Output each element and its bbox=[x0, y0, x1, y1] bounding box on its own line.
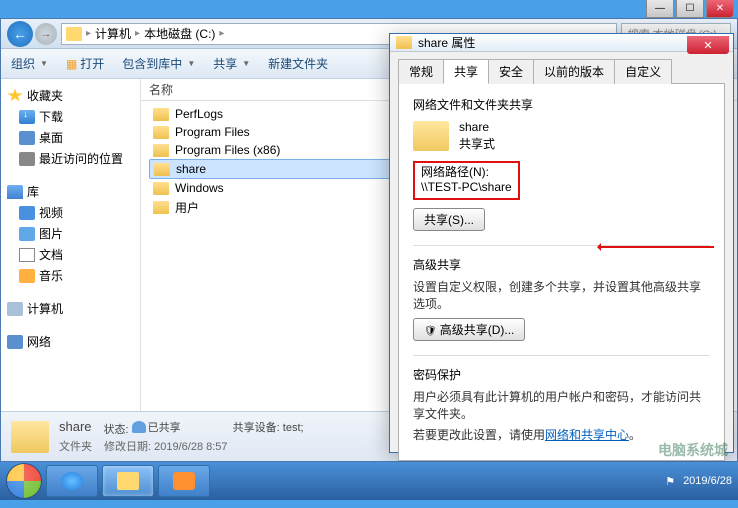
start-button[interactable] bbox=[6, 463, 42, 499]
window-close-button[interactable]: ✕ bbox=[706, 0, 734, 18]
file-name: 用户 bbox=[175, 199, 199, 216]
tab-2[interactable]: 安全 bbox=[488, 59, 534, 84]
properties-dialog: share 属性 ✕ 常规共享安全以前的版本自定义 网络文件和文件夹共享 sha… bbox=[389, 33, 734, 453]
status-date-value: 2019/6/28 8:57 bbox=[154, 441, 227, 453]
sidebar-favorites[interactable]: 收藏夹 bbox=[5, 85, 136, 106]
section-network-sharing-title: 网络文件和文件夹共享 bbox=[413, 96, 710, 113]
share-button[interactable]: 共享(S)... bbox=[413, 208, 485, 231]
annotation-highlight-box: 网络路径(N): \\TEST-PC\share bbox=[413, 161, 520, 200]
taskbar: ⚑ 2019/6/28 bbox=[0, 462, 738, 500]
sidebar-computer[interactable]: 计算机 bbox=[5, 298, 136, 319]
file-name: share bbox=[176, 162, 206, 176]
folder-large-icon bbox=[413, 121, 449, 151]
advanced-share-button[interactable]: 高级共享(D)... bbox=[413, 318, 525, 341]
nav-forward-button: → bbox=[35, 23, 57, 45]
folder-icon bbox=[153, 182, 169, 195]
download-icon bbox=[19, 110, 35, 124]
drive-icon bbox=[66, 27, 82, 41]
ie-icon bbox=[61, 472, 83, 490]
taskbar-ie[interactable] bbox=[46, 465, 98, 497]
chevron-right-icon: ▸ bbox=[219, 28, 224, 39]
navigation-pane: 收藏夹 下载 桌面 最近访问的位置 库 视频 图片 文档 音乐 计算机 网络 bbox=[1, 79, 141, 411]
folder-icon bbox=[153, 201, 169, 214]
folder-icon bbox=[153, 108, 169, 121]
sidebar-videos[interactable]: 视频 bbox=[5, 202, 136, 223]
dialog-close-button[interactable]: ✕ bbox=[687, 36, 729, 54]
watermark-text: 电脑系统城 bbox=[658, 440, 728, 460]
tab-3[interactable]: 以前的版本 bbox=[533, 59, 615, 84]
library-icon bbox=[7, 185, 23, 199]
sidebar-music[interactable]: 音乐 bbox=[5, 265, 136, 286]
network-sharing-center-link[interactable]: 网络和共享中心 bbox=[545, 428, 629, 442]
breadcrumb-drive[interactable]: 本地磁盘 (C:) bbox=[144, 25, 215, 42]
password-description: 用户必须具有此计算机的用户帐户和密码，才能访问共享文件夹。 bbox=[413, 389, 710, 423]
file-name: Windows bbox=[175, 181, 224, 195]
chevron-right-icon: ▸ bbox=[135, 28, 140, 39]
share-name: share bbox=[459, 119, 495, 136]
nav-back-button[interactable]: ← bbox=[7, 21, 33, 47]
sidebar-libraries[interactable]: 库 bbox=[5, 181, 136, 202]
music-icon bbox=[19, 269, 35, 283]
tab-1[interactable]: 共享 bbox=[443, 59, 489, 84]
status-date-label: 修改日期: bbox=[104, 441, 151, 453]
picture-icon bbox=[19, 227, 35, 241]
sidebar-documents[interactable]: 文档 bbox=[5, 244, 136, 265]
folder-thumbnail-icon bbox=[11, 421, 49, 453]
network-icon bbox=[7, 335, 23, 349]
folder-icon bbox=[396, 36, 412, 49]
computer-icon bbox=[7, 302, 23, 316]
toolbar-newfolder[interactable]: 新建文件夹 bbox=[268, 55, 328, 72]
sidebar-pictures[interactable]: 图片 bbox=[5, 223, 136, 244]
status-dev-label: 共享设备: bbox=[233, 422, 280, 434]
file-name: Program Files (x86) bbox=[175, 143, 280, 157]
document-icon bbox=[19, 248, 35, 262]
share-state: 共享式 bbox=[459, 136, 495, 153]
folder-icon bbox=[154, 163, 170, 176]
recent-icon bbox=[19, 152, 35, 166]
taskbar-explorer[interactable] bbox=[102, 465, 154, 497]
section-advanced-title: 高级共享 bbox=[413, 256, 710, 273]
sidebar-downloads[interactable]: 下载 bbox=[5, 106, 136, 127]
tab-0[interactable]: 常规 bbox=[398, 59, 444, 84]
dialog-titlebar[interactable]: share 属性 bbox=[390, 34, 733, 52]
explorer-icon bbox=[117, 472, 139, 490]
window-minimize-button[interactable]: — bbox=[646, 0, 674, 18]
section-password-title: 密码保护 bbox=[413, 366, 710, 383]
network-path-label: 网络路径(N): bbox=[421, 165, 512, 181]
desktop-icon bbox=[19, 131, 35, 145]
toolbar-include-library[interactable]: 包含到库中▼ bbox=[122, 55, 195, 72]
window-maximize-button[interactable]: ☐ bbox=[676, 0, 704, 18]
tab-4[interactable]: 自定义 bbox=[614, 59, 672, 84]
video-icon bbox=[19, 206, 35, 220]
dialog-tabs: 常规共享安全以前的版本自定义 bbox=[398, 58, 725, 84]
sidebar-recent[interactable]: 最近访问的位置 bbox=[5, 148, 136, 169]
status-state-value: 已共享 bbox=[148, 419, 181, 435]
toolbar-share[interactable]: 共享▼ bbox=[213, 55, 250, 72]
taskbar-wmp[interactable] bbox=[158, 465, 210, 497]
folder-icon bbox=[153, 126, 169, 139]
sidebar-network[interactable]: 网络 bbox=[5, 331, 136, 352]
folder-icon bbox=[153, 144, 169, 157]
status-type: 文件夹 bbox=[59, 438, 92, 454]
advanced-share-description: 设置自定义权限，创建多个共享，并设置其他高级共享选项。 bbox=[413, 279, 710, 313]
toolbar-organize[interactable]: 组织▼ bbox=[11, 55, 48, 72]
tray-time[interactable]: 2019/6/28 bbox=[683, 475, 732, 487]
star-icon bbox=[7, 89, 23, 103]
password-desc2-prefix: 若要更改此设置，请使用 bbox=[413, 428, 545, 442]
status-state-label: 状态: bbox=[104, 424, 129, 436]
status-name: share bbox=[59, 419, 92, 437]
breadcrumb-computer[interactable]: 计算机 bbox=[95, 25, 131, 42]
file-name: PerfLogs bbox=[175, 107, 223, 121]
dialog-title-text: share 属性 bbox=[418, 34, 475, 51]
toolbar-open[interactable]: ▦打开 bbox=[66, 55, 104, 72]
wmp-icon bbox=[173, 472, 195, 490]
status-dev-value: test; bbox=[283, 422, 304, 434]
file-name: Program Files bbox=[175, 125, 250, 139]
shared-icon bbox=[132, 421, 146, 433]
chevron-right-icon: ▸ bbox=[86, 28, 91, 39]
tray-flag-icon[interactable]: ⚑ bbox=[665, 475, 675, 488]
annotation-arrow bbox=[599, 246, 714, 248]
sidebar-desktop[interactable]: 桌面 bbox=[5, 127, 136, 148]
network-path-value: \\TEST-PC\share bbox=[421, 180, 512, 196]
